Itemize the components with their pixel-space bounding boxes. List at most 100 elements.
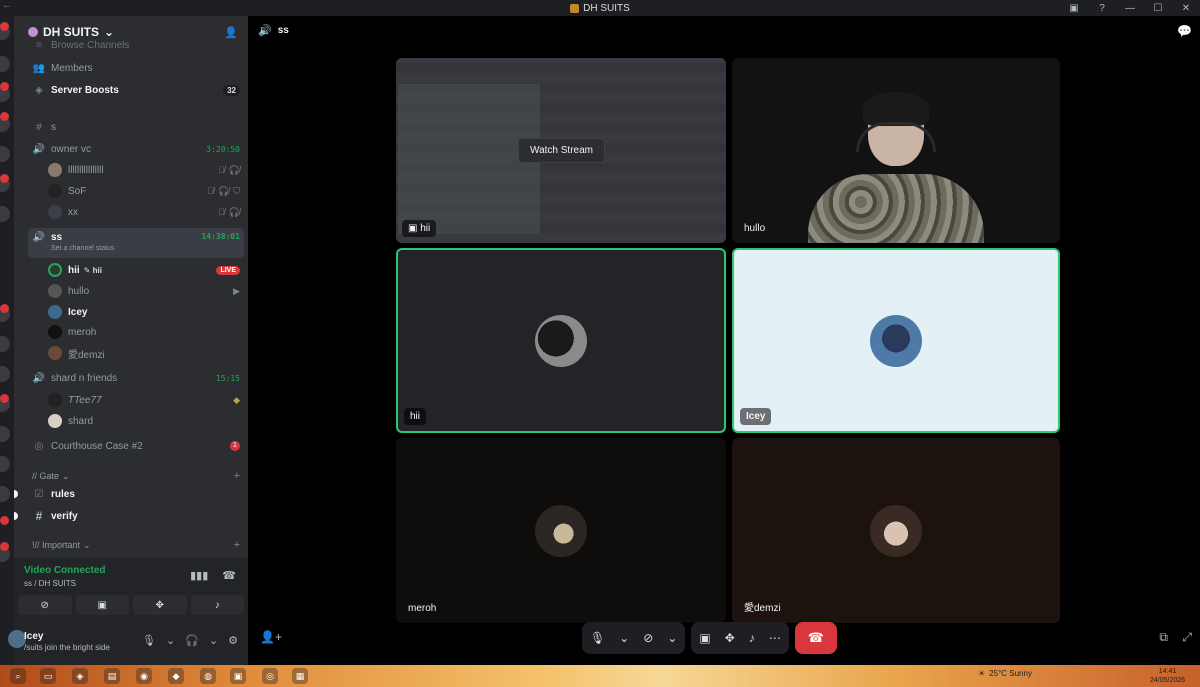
add-friend-icon[interactable]: 👤 bbox=[224, 26, 238, 39]
gear-icon[interactable]: ⚙ bbox=[228, 634, 238, 647]
camera-off-icon[interactable]: ⊘ bbox=[643, 631, 653, 645]
voice-user[interactable]: SoF 🎙̸ 🎧̸ ⛉ bbox=[44, 181, 244, 201]
app-icon[interactable]: ◍ bbox=[200, 668, 216, 684]
activities-icon[interactable]: ✥ bbox=[725, 631, 735, 645]
deafened-icon: 🎧̸ bbox=[228, 164, 240, 175]
back-arrow-icon[interactable]: ← bbox=[2, 0, 12, 11]
call-channel-name: ss bbox=[277, 25, 289, 36]
microphone-icon[interactable]: 🎙 bbox=[142, 634, 156, 647]
members-link[interactable]: 👥 Members bbox=[28, 59, 244, 77]
participant-tile-meroh[interactable]: meroh bbox=[396, 438, 726, 623]
channel-verify[interactable]: # verify bbox=[14, 507, 244, 525]
chevron-down-icon[interactable]: ⌄ bbox=[619, 631, 629, 645]
share-screen-button[interactable]: ▣ bbox=[75, 595, 129, 615]
voice-channel-shard[interactable]: 🔊 shard n friends 15:15 bbox=[28, 369, 244, 387]
close-button[interactable]: ✕ bbox=[1172, 0, 1200, 16]
voice-user[interactable]: xx 🎙̸ 🎧̸ bbox=[44, 202, 244, 222]
camera-off-button[interactable]: ⊘ bbox=[18, 595, 72, 615]
participant-tile-hii[interactable]: hii bbox=[396, 248, 726, 433]
text-channel-s[interactable]: # s bbox=[28, 118, 244, 136]
microphone-icon[interactable]: 🎙 bbox=[590, 631, 605, 645]
browser-icon[interactable]: ◈ bbox=[72, 668, 88, 684]
add-channel-icon[interactable]: + bbox=[234, 470, 240, 482]
voice-channel-ss[interactable]: 🔊 ss Set a channel status 14:38:01 bbox=[28, 228, 244, 258]
chevron-down-icon[interactable]: ⌄ bbox=[667, 631, 677, 645]
weather-widget[interactable]: ☀ 25°C Sunny bbox=[978, 669, 1032, 678]
category-gate[interactable]: // Gate ⌄ + bbox=[28, 469, 244, 483]
app-icon[interactable]: ◎ bbox=[262, 668, 278, 684]
server-boosts-link[interactable]: ◈ Server Boosts 32 bbox=[28, 81, 244, 99]
voice-user[interactable]: Icey bbox=[44, 302, 244, 322]
voice-user[interactable]: hii ✎ hii LIVE bbox=[44, 260, 244, 280]
invite-icon[interactable]: 👤+ bbox=[260, 630, 282, 644]
channel-rules[interactable]: ☑ rules bbox=[14, 485, 244, 503]
avatar bbox=[535, 314, 587, 367]
maximize-button[interactable]: ☐ bbox=[1144, 0, 1172, 16]
task-view-icon[interactable]: ▭ bbox=[40, 668, 56, 684]
user-status[interactable]: /suits join the bright side bbox=[24, 643, 110, 652]
unread-badge: 1 bbox=[230, 441, 240, 451]
avatar bbox=[48, 184, 62, 198]
soundboard-button[interactable]: ♪ bbox=[190, 595, 244, 615]
browse-channels[interactable]: ≡ Browse Channels bbox=[28, 40, 244, 50]
soundboard-icon[interactable]: ♪ bbox=[749, 631, 755, 645]
popout-icon[interactable]: ⧉ bbox=[1159, 630, 1168, 645]
disconnect-icon[interactable]: ☎ bbox=[222, 569, 236, 582]
server-icon[interactable] bbox=[0, 426, 10, 442]
channel-label: Courthouse Case #2 bbox=[51, 440, 143, 452]
shield-icon: ⛉ bbox=[233, 185, 240, 196]
connection-location[interactable]: ss / DH SUITS bbox=[24, 579, 76, 588]
disconnect-button[interactable]: ☎ bbox=[794, 622, 837, 654]
taskbar-clock[interactable]: 14:41 24/05/2026 bbox=[1150, 667, 1185, 685]
watch-stream-button[interactable]: Watch Stream bbox=[518, 138, 605, 163]
voice-user[interactable]: llllllllllllllll 🎙̸ 🎧̸ bbox=[44, 160, 244, 180]
participant-tile-icey[interactable]: Icey bbox=[732, 248, 1060, 433]
boost-count: 32 bbox=[223, 84, 240, 96]
chevron-down-icon[interactable]: ⌄ bbox=[166, 634, 175, 647]
help-icon[interactable]: ? bbox=[1088, 0, 1116, 16]
server-icon[interactable] bbox=[0, 486, 10, 502]
voice-user[interactable]: meroh bbox=[44, 322, 244, 342]
add-channel-icon[interactable]: + bbox=[234, 539, 240, 551]
participant-tile-demzi[interactable]: 愛demzi bbox=[732, 438, 1060, 623]
avatar bbox=[48, 284, 62, 298]
video-tile-hullo[interactable]: hullo bbox=[732, 58, 1060, 243]
server-icon[interactable] bbox=[0, 206, 10, 222]
stream-tile[interactable]: Watch Stream ▣ hii bbox=[396, 58, 726, 243]
server-icon[interactable] bbox=[0, 146, 10, 162]
server-icon[interactable] bbox=[0, 56, 10, 72]
server-boosts-label: Server Boosts bbox=[51, 84, 119, 96]
user-name: xx bbox=[68, 206, 78, 218]
inbox-icon[interactable]: ▣ bbox=[1060, 0, 1088, 16]
search-icon[interactable]: ⌕ bbox=[10, 668, 26, 684]
category-important[interactable]: !// Important ⌄ + bbox=[28, 538, 244, 552]
avatar bbox=[48, 414, 62, 428]
server-icon[interactable] bbox=[0, 336, 10, 352]
chevron-down-icon[interactable]: ⌄ bbox=[209, 634, 218, 647]
voice-user[interactable]: TTee77 ◆ bbox=[44, 390, 244, 410]
minimize-button[interactable]: — bbox=[1116, 0, 1144, 16]
screen-share-icon[interactable]: ▣ bbox=[699, 631, 710, 645]
voice-user[interactable]: 愛demzi bbox=[44, 343, 244, 363]
fullscreen-icon[interactable]: ⤢ bbox=[1182, 630, 1192, 645]
headphones-icon[interactable]: 🎧 bbox=[185, 634, 199, 647]
noise-suppression-icon[interactable]: ▮▮▮ bbox=[190, 569, 208, 582]
channel-status-hint[interactable]: Set a channel status bbox=[51, 245, 114, 252]
chat-icon[interactable]: 💬 bbox=[1177, 24, 1192, 38]
server-name[interactable]: DH SUITS ⌄ bbox=[28, 25, 114, 39]
file-explorer-icon[interactable]: ▤ bbox=[104, 668, 120, 684]
app-icon[interactable]: ▣ bbox=[230, 668, 246, 684]
more-icon[interactable]: ⋯ bbox=[769, 631, 781, 645]
server-icon[interactable] bbox=[0, 366, 10, 382]
app-icon[interactable]: ◆ bbox=[168, 668, 184, 684]
voice-user[interactable]: hullo ▶ bbox=[44, 281, 244, 301]
app-icon[interactable]: ▦ bbox=[292, 668, 308, 684]
activities-button[interactable]: ✥ bbox=[133, 595, 187, 615]
server-icon[interactable] bbox=[0, 456, 10, 472]
forum-channel-courthouse[interactable]: ◎ Courthouse Case #2 1 bbox=[28, 437, 244, 455]
voice-user[interactable]: shard bbox=[44, 411, 244, 431]
voice-channel-owner-vc[interactable]: 🔊 owner vc 3:20:50 bbox=[28, 140, 244, 158]
discord-icon[interactable]: ◉ bbox=[136, 668, 152, 684]
connection-status[interactable]: Video Connected bbox=[24, 565, 106, 576]
user-name[interactable]: Icey bbox=[24, 631, 43, 642]
